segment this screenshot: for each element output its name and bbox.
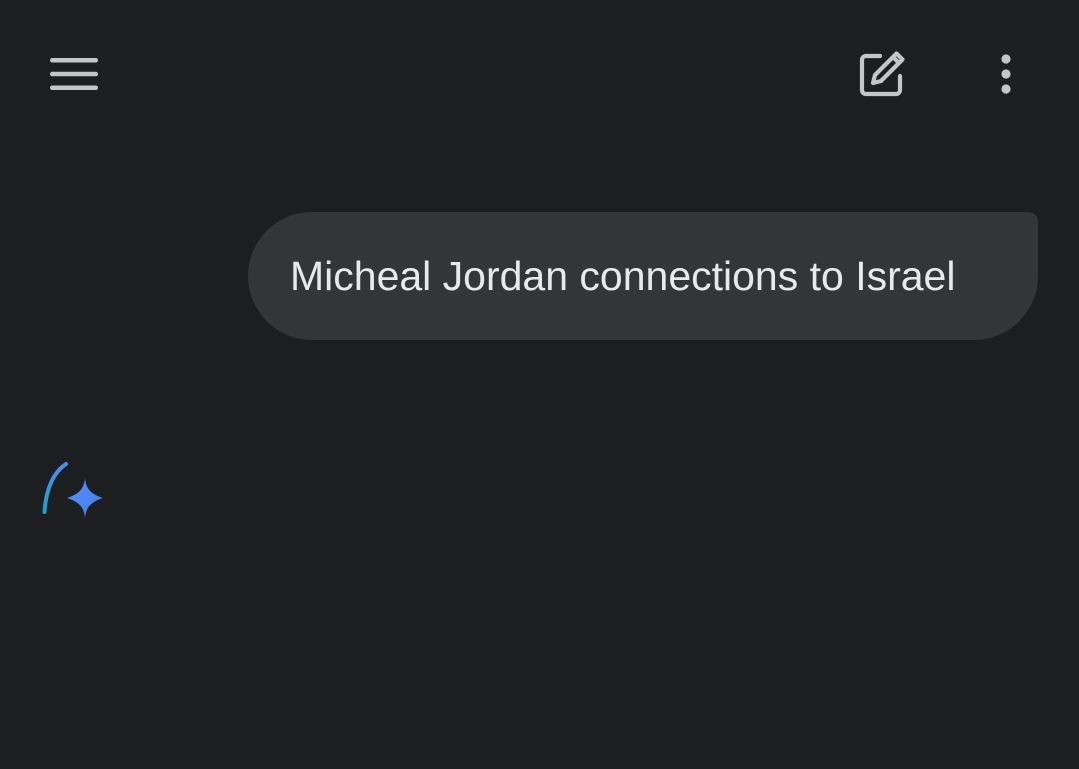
top-app-bar (0, 0, 1079, 150)
new-chat-button[interactable] (846, 38, 918, 110)
chat-screen: Micheal Jordan connections to Israel (0, 0, 1079, 769)
assistant-loading-indicator (36, 458, 108, 522)
more-options-button[interactable] (970, 38, 1042, 110)
conversation-area: Micheal Jordan connections to Israel (0, 150, 1079, 769)
menu-button[interactable] (38, 42, 110, 106)
hamburger-menu-icon (50, 58, 98, 90)
edit-square-icon (859, 51, 905, 97)
user-message-bubble: Micheal Jordan connections to Israel (248, 212, 1038, 340)
more-vertical-icon (1001, 54, 1011, 94)
user-message-text: Micheal Jordan connections to Israel (290, 253, 956, 299)
sparkle-loading-icon (42, 462, 103, 518)
